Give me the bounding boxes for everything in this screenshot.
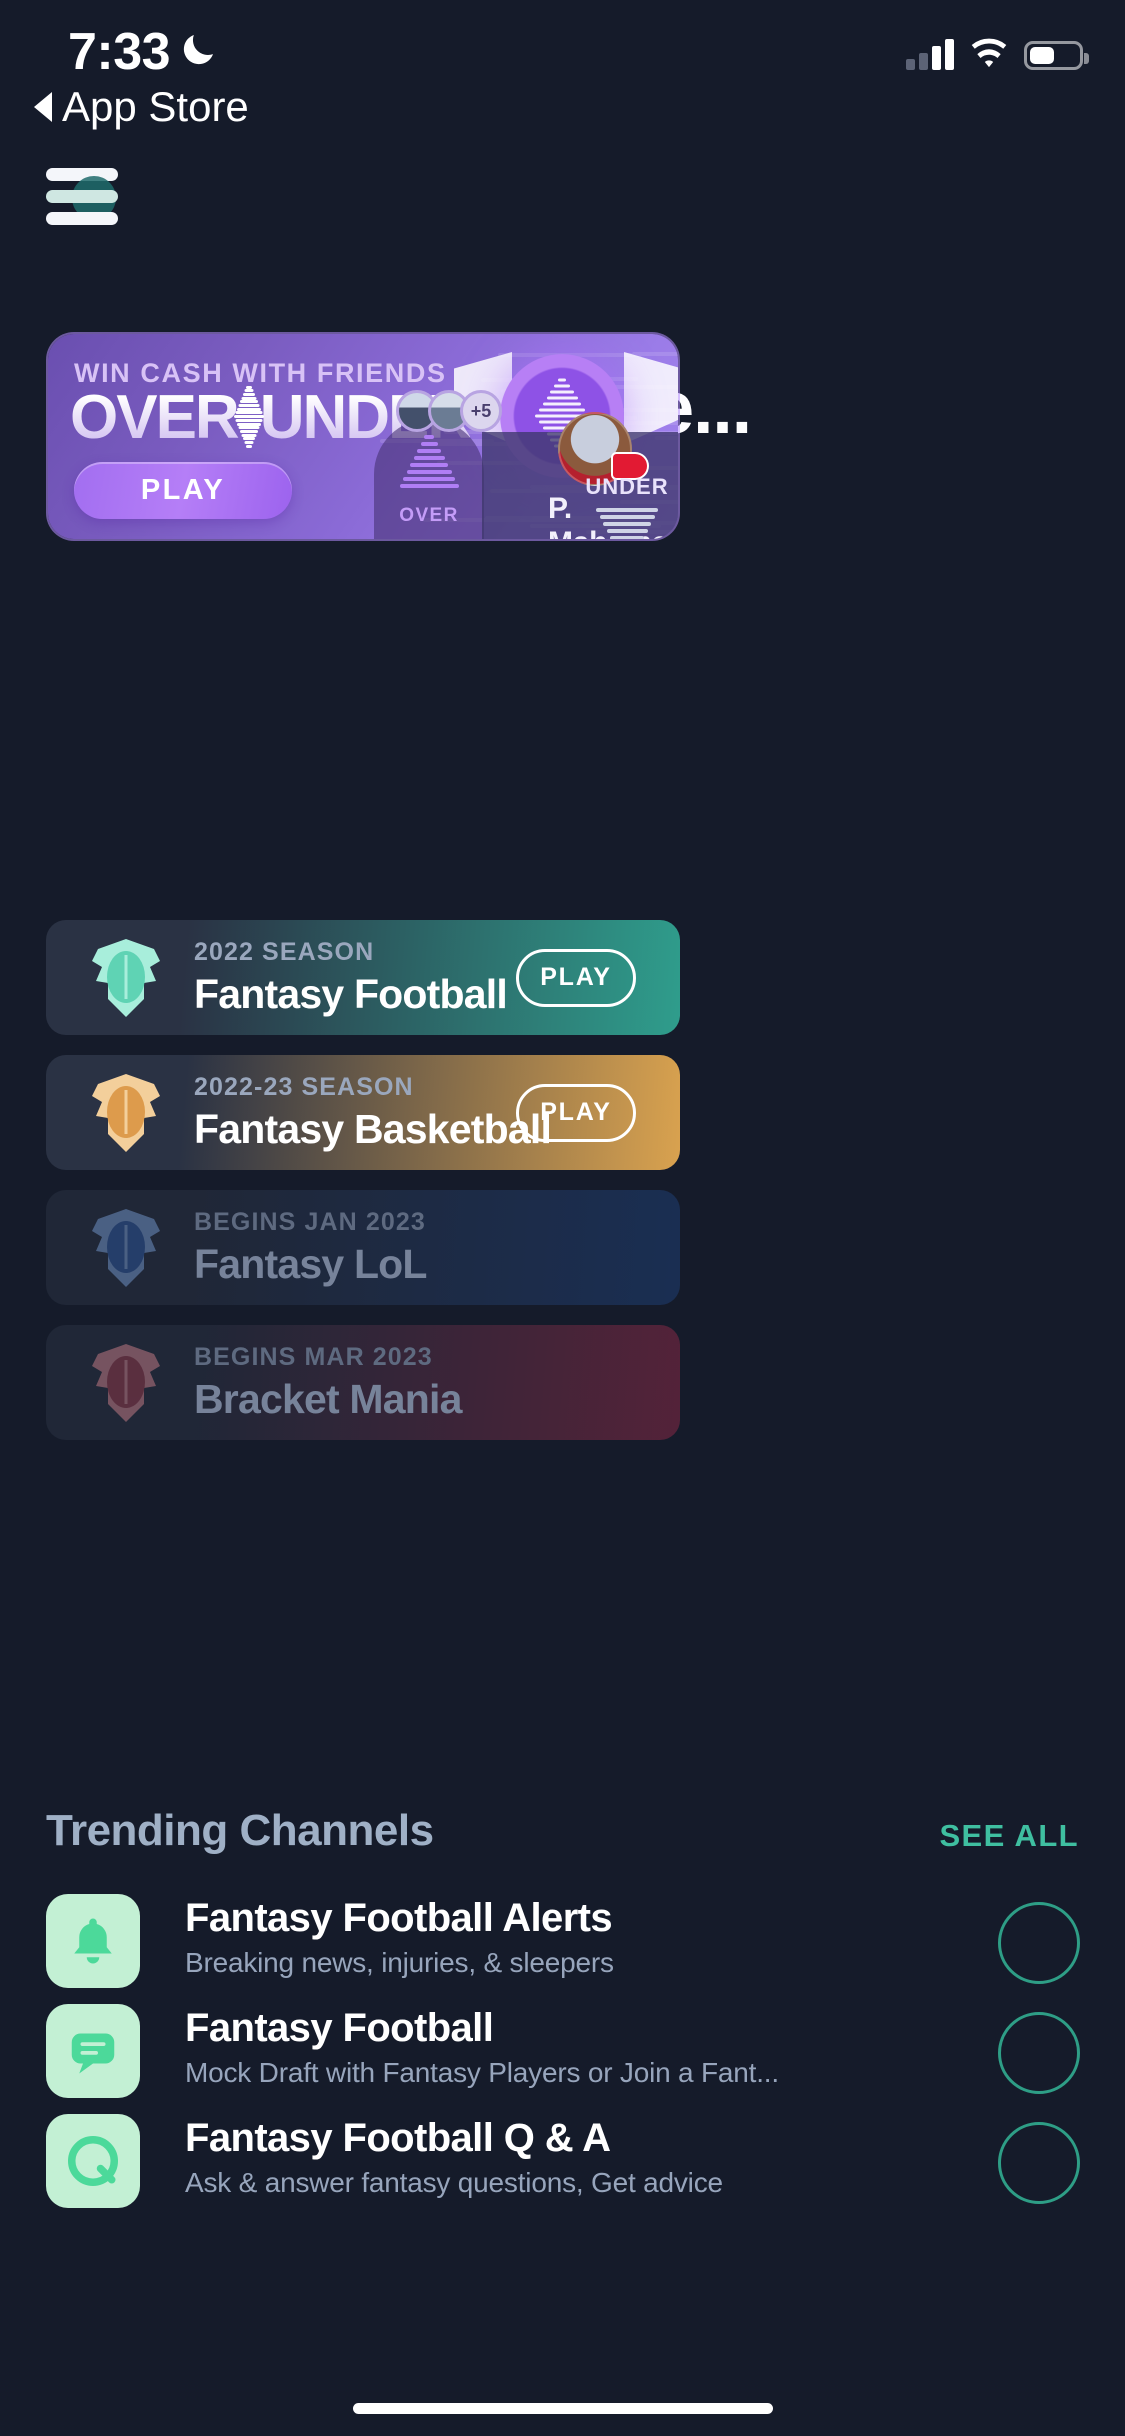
channel-description: Ask & answer fantasy questions, Get advi… — [185, 2167, 723, 2199]
under-label: UNDER — [585, 474, 668, 500]
bell-icon — [46, 1894, 140, 1988]
game-card-text: BEGINS JAN 2023 Fantasy LoL — [194, 1208, 427, 1288]
see-all-link[interactable]: SEE ALL — [939, 1818, 1079, 1854]
game-card-text: 2022-23 SEASON Fantasy Basketball — [194, 1073, 551, 1153]
status-bar-time: 7:33 — [68, 22, 170, 82]
game-card-play-button[interactable]: PLAY — [516, 949, 636, 1007]
follow-circle-icon[interactable] — [998, 2012, 1080, 2094]
question-icon — [46, 2114, 140, 2208]
banner-play-button[interactable]: PLAY — [74, 462, 292, 519]
game-card-bracket-mania: BEGINS MAR 2023 Bracket Mania — [46, 1325, 680, 1440]
back-label: App Store — [62, 83, 249, 131]
battery-icon — [1024, 41, 1083, 70]
channel-name: Fantasy Football Alerts — [185, 1896, 614, 1941]
menu-bar-middle — [46, 190, 118, 203]
pyramid-up-icon — [393, 435, 465, 488]
channel-name: Fantasy Football Q & A — [185, 2116, 723, 2161]
game-card-fantasy-football[interactable]: 2022 SEASON Fantasy Football PLAY — [46, 920, 680, 1035]
overunder-promo-banner[interactable]: WIN CASH WITH FRIENDS OVER UNDER PLAY OV… — [48, 334, 678, 539]
channel-row[interactable]: Fantasy Football Q & A Ask & answer fanta… — [46, 2114, 1082, 2222]
game-card-fantasy-basketball[interactable]: 2022-23 SEASON Fantasy Basketball PLAY — [46, 1055, 680, 1170]
avatar-overflow-count: +5 — [460, 390, 502, 432]
home-indicator — [353, 2403, 773, 2414]
wifi-icon — [968, 38, 1010, 70]
follow-circle-icon[interactable] — [998, 1902, 1080, 1984]
back-triangle-icon — [34, 92, 52, 122]
game-card-title: Fantasy LoL — [194, 1241, 427, 1288]
bracket-crest-icon — [88, 1342, 164, 1424]
game-card-text: BEGINS MAR 2023 Bracket Mania — [194, 1343, 462, 1423]
game-card-season: 2022-23 SEASON — [194, 1073, 551, 1102]
status-bar: 7:33 App Store — [0, 0, 1125, 132]
game-card-play-button[interactable]: PLAY — [516, 1084, 636, 1142]
game-card-season: BEGINS MAR 2023 — [194, 1343, 462, 1372]
app-screen: 7:33 App Store Choose your game... WIN — [0, 0, 1125, 2436]
moon-icon — [178, 30, 218, 70]
menu-bar-bottom — [46, 212, 118, 225]
hamburger-menu-icon[interactable] — [46, 168, 118, 224]
game-card-title: Fantasy Basketball — [194, 1106, 551, 1153]
channel-row[interactable]: Fantasy Football Alerts Breaking news, in… — [46, 1894, 1082, 2002]
game-card-text: 2022 SEASON Fantasy Football — [194, 938, 507, 1018]
channel-text: Fantasy Football Alerts Breaking news, in… — [185, 1896, 614, 1979]
friend-avatar-stack: +5 — [396, 390, 502, 432]
lol-crest-icon — [88, 1207, 164, 1289]
channel-description: Breaking news, injuries, & sleepers — [185, 1947, 614, 1979]
game-card-title: Bracket Mania — [194, 1376, 462, 1423]
chat-bubble-icon — [46, 2004, 140, 2098]
game-card-season: BEGINS JAN 2023 — [194, 1208, 427, 1237]
trending-section-title: Trending Channels — [46, 1806, 434, 1856]
logo-over-text: OVER — [70, 382, 238, 453]
channel-text: Fantasy Football Mock Draft with Fantasy … — [185, 2006, 779, 2089]
basketball-crest-icon — [88, 1072, 164, 1154]
pyramid-down-icon — [591, 508, 663, 539]
channel-name: Fantasy Football — [185, 2006, 779, 2051]
game-card-season: 2022 SEASON — [194, 938, 507, 967]
channel-text: Fantasy Football Q & A Ask & answer fanta… — [185, 2116, 723, 2199]
game-card-title: Fantasy Football — [194, 971, 507, 1018]
back-to-app-store[interactable]: App Store — [34, 83, 249, 131]
status-bar-indicators — [906, 28, 1083, 70]
banner-under-option[interactable]: UNDER — [568, 474, 678, 539]
logo-divider-icon — [234, 386, 264, 450]
follow-circle-icon[interactable] — [998, 2122, 1080, 2204]
football-crest-icon — [88, 937, 164, 1019]
banner-over-option[interactable]: OVER — [374, 419, 484, 539]
game-card-fantasy-lol: BEGINS JAN 2023 Fantasy LoL — [46, 1190, 680, 1305]
channel-description: Mock Draft with Fantasy Players or Join … — [185, 2057, 779, 2089]
over-label: OVER — [399, 505, 458, 527]
cellular-signal-icon — [906, 38, 954, 70]
channel-row[interactable]: Fantasy Football Mock Draft with Fantasy … — [46, 2004, 1082, 2112]
